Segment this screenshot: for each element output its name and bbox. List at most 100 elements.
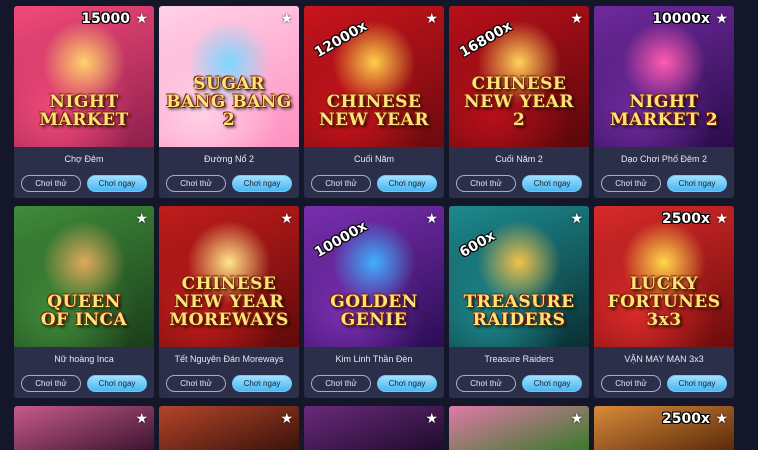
max-multiplier-label: 10000x — [652, 11, 710, 27]
game-thumbnail[interactable]: 12000x CHINESE NEW YEAR ★ — [304, 6, 444, 147]
favorite-star-icon[interactable]: ★ — [135, 11, 148, 25]
game-art-title: SUGAR BANG BANG 2 — [166, 74, 292, 130]
game-card[interactable]: ★ — [159, 406, 299, 450]
game-name: Chợ Đêm — [64, 154, 104, 164]
game-thumbnail[interactable]: 2500x LUCKY FORTUNES 3x3 ★ — [594, 206, 734, 347]
try-demo-button[interactable]: Chơi thử — [166, 375, 226, 392]
try-demo-button[interactable]: Chơi thử — [601, 375, 661, 392]
game-name: Kim Linh Thần Đèn — [335, 354, 413, 364]
favorite-star-icon[interactable]: ★ — [715, 211, 728, 225]
game-art-title: GOLDEN GENIE — [330, 292, 418, 330]
favorite-star-icon[interactable]: ★ — [280, 411, 293, 425]
game-name: Nữ hoàng Inca — [54, 354, 114, 364]
game-actions: Chơi thử Chơi ngay — [594, 175, 734, 192]
play-now-button[interactable]: Chơi ngay — [87, 175, 147, 192]
game-name: Đường Nổ 2 — [204, 154, 254, 164]
favorite-star-icon[interactable]: ★ — [570, 211, 583, 225]
game-card[interactable]: 2500x LUCKY FORTUNES 3x3 ★ VẬN MAY MẠN 3x… — [594, 206, 734, 398]
try-demo-button[interactable]: Chơi thử — [21, 175, 81, 192]
max-multiplier-label: 15000 — [81, 11, 130, 27]
try-demo-button[interactable]: Chơi thử — [601, 175, 661, 192]
game-art-title: QUEEN OF INCA — [40, 292, 128, 330]
game-actions: Chơi thử Chơi ngay — [14, 375, 154, 392]
game-art-title: CHINESE NEW YEAR 2 — [464, 74, 574, 130]
max-multiplier-label: 2500x — [662, 411, 710, 427]
game-thumbnail[interactable]: ★ — [14, 406, 154, 450]
game-thumbnail[interactable]: SUGAR BANG BANG 2 ★ — [159, 6, 299, 147]
play-now-button[interactable]: Chơi ngay — [377, 375, 437, 392]
game-actions: Chơi thử Chơi ngay — [449, 175, 589, 192]
game-thumbnail[interactable]: 15000 NIGHT MARKET ★ — [14, 6, 154, 147]
game-thumbnail[interactable]: 16800x CHINESE NEW YEAR 2 ★ — [449, 6, 589, 147]
game-name: Treasure Raiders — [484, 354, 554, 364]
game-actions: Chơi thử Chơi ngay — [159, 175, 299, 192]
game-card[interactable]: SUGAR BANG BANG 2 ★ Đường Nổ 2 Chơi thử C… — [159, 6, 299, 198]
game-name: Dạo Chơi Phố Đêm 2 — [621, 154, 707, 164]
try-demo-button[interactable]: Chơi thử — [311, 375, 371, 392]
game-card[interactable]: 10000x NIGHT MARKET 2 ★ Dạo Chơi Phố Đêm … — [594, 6, 734, 198]
max-multiplier-label: 2500x — [662, 211, 710, 227]
game-thumbnail[interactable]: ★ — [304, 406, 444, 450]
play-now-button[interactable]: Chơi ngay — [522, 375, 582, 392]
game-card[interactable]: 12000x CHINESE NEW YEAR ★ Cuối Năm Chơi t… — [304, 6, 444, 198]
game-card[interactable]: 2500x ★ — [594, 406, 734, 450]
game-card[interactable]: 600x TREASURE RAIDERS ★ Treasure Raiders … — [449, 206, 589, 398]
game-art-title: NIGHT MARKET 2 — [609, 92, 719, 130]
favorite-star-icon[interactable]: ★ — [425, 411, 438, 425]
game-thumbnail[interactable]: 600x TREASURE RAIDERS ★ — [449, 206, 589, 347]
try-demo-button[interactable]: Chơi thử — [166, 175, 226, 192]
game-card[interactable]: 15000 NIGHT MARKET ★ Chợ Đêm Chơi thử Chơ… — [14, 6, 154, 198]
game-thumbnail[interactable]: 10000x GOLDEN GENIE ★ — [304, 206, 444, 347]
game-thumbnail[interactable]: ★ — [159, 406, 299, 450]
game-art-title: NIGHT MARKET — [39, 92, 129, 130]
try-demo-button[interactable]: Chơi thử — [456, 175, 516, 192]
game-name: Cuối Năm 2 — [495, 154, 543, 164]
game-card[interactable]: ★ — [304, 406, 444, 450]
game-name: VẬN MAY MẠN 3x3 — [624, 354, 704, 364]
favorite-star-icon[interactable]: ★ — [570, 11, 583, 25]
try-demo-button[interactable]: Chơi thử — [21, 375, 81, 392]
game-card[interactable]: ★ — [449, 406, 589, 450]
favorite-star-icon[interactable]: ★ — [570, 411, 583, 425]
game-card[interactable]: 10000x GOLDEN GENIE ★ Kim Linh Thần Đèn C… — [304, 206, 444, 398]
game-card[interactable]: ★ — [14, 406, 154, 450]
game-name: Tết Nguyên Đán Moreways — [174, 354, 284, 364]
game-actions: Chơi thử Chơi ngay — [14, 175, 154, 192]
game-grid: 15000 NIGHT MARKET ★ Chợ Đêm Chơi thử Chơ… — [14, 6, 734, 398]
play-now-button[interactable]: Chơi ngay — [522, 175, 582, 192]
favorite-star-icon[interactable]: ★ — [715, 11, 728, 25]
game-thumbnail[interactable]: CHINESE NEW YEAR MOREWAYS ★ — [159, 206, 299, 347]
favorite-star-icon[interactable]: ★ — [135, 411, 148, 425]
favorite-star-icon[interactable]: ★ — [135, 211, 148, 225]
play-now-button[interactable]: Chơi ngay — [667, 375, 727, 392]
play-now-button[interactable]: Chơi ngay — [232, 375, 292, 392]
game-actions: Chơi thử Chơi ngay — [304, 375, 444, 392]
game-thumbnail[interactable]: QUEEN OF INCA ★ — [14, 206, 154, 347]
game-thumbnail[interactable]: 10000x NIGHT MARKET 2 ★ — [594, 6, 734, 147]
game-art-title: CHINESE NEW YEAR — [319, 92, 429, 130]
game-card[interactable]: QUEEN OF INCA ★ Nữ hoàng Inca Chơi thử Ch… — [14, 206, 154, 398]
game-actions: Chơi thử Chơi ngay — [304, 175, 444, 192]
play-now-button[interactable]: Chơi ngay — [667, 175, 727, 192]
game-thumbnail[interactable]: 2500x ★ — [594, 406, 734, 450]
play-now-button[interactable]: Chơi ngay — [87, 375, 147, 392]
favorite-star-icon[interactable]: ★ — [280, 11, 293, 25]
game-actions: Chơi thử Chơi ngay — [159, 375, 299, 392]
try-demo-button[interactable]: Chơi thử — [311, 175, 371, 192]
game-art-title: TREASURE RAIDERS — [463, 292, 575, 330]
favorite-star-icon[interactable]: ★ — [280, 211, 293, 225]
game-art-title: CHINESE NEW YEAR MOREWAYS — [169, 274, 289, 330]
game-art-title: LUCKY FORTUNES 3x3 — [607, 274, 721, 330]
game-actions: Chơi thử Chơi ngay — [594, 375, 734, 392]
favorite-star-icon[interactable]: ★ — [715, 411, 728, 425]
game-card[interactable]: CHINESE NEW YEAR MOREWAYS ★ Tết Nguyên Đá… — [159, 206, 299, 398]
game-thumbnail[interactable]: ★ — [449, 406, 589, 450]
game-name: Cuối Năm — [353, 154, 394, 164]
play-now-button[interactable]: Chơi ngay — [232, 175, 292, 192]
favorite-star-icon[interactable]: ★ — [425, 211, 438, 225]
game-card[interactable]: 16800x CHINESE NEW YEAR 2 ★ Cuối Năm 2 Ch… — [449, 6, 589, 198]
game-actions: Chơi thử Chơi ngay — [449, 375, 589, 392]
try-demo-button[interactable]: Chơi thử — [456, 375, 516, 392]
favorite-star-icon[interactable]: ★ — [425, 11, 438, 25]
play-now-button[interactable]: Chơi ngay — [377, 175, 437, 192]
